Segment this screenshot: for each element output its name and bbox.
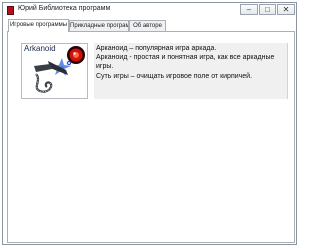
thumbnail-title: Arkanoid	[24, 44, 56, 53]
minimize-button[interactable]: –	[240, 4, 258, 15]
app-window: Юрий Библиотека программ – □ ✕ Игровые п…	[2, 2, 297, 245]
tab-games[interactable]: Игровые программы	[8, 19, 69, 32]
title-bar[interactable]: Юрий Библиотека программ – □ ✕	[3, 3, 296, 17]
window-title: Юрий Библиотека программ	[18, 5, 111, 12]
description-line: Арканоид – популярная игра аркада.	[96, 45, 217, 52]
tab-applied[interactable]: Прикладные программы	[69, 20, 129, 31]
app-icon[interactable]	[7, 6, 14, 15]
description-line: игры.	[96, 63, 114, 71]
description-line: Арканоид - простая и понятная игра, как …	[96, 54, 275, 62]
tab-strip: Игровые программы Прикладные программы О…	[7, 19, 295, 32]
tab-about[interactable]: Об авторе	[129, 20, 166, 31]
maximize-button[interactable]: □	[259, 4, 276, 15]
program-description: Арканоид – популярная игра аркада. Аркан…	[94, 43, 288, 99]
description-line: Суть игры – очищать игровое поле от кирп…	[96, 72, 253, 80]
tab-panel-games: Arkanoid Арканоид – популярная игра арка…	[7, 31, 295, 243]
close-button[interactable]: ✕	[277, 4, 295, 15]
arkanoid-thumbnail[interactable]: Arkanoid	[21, 43, 88, 99]
